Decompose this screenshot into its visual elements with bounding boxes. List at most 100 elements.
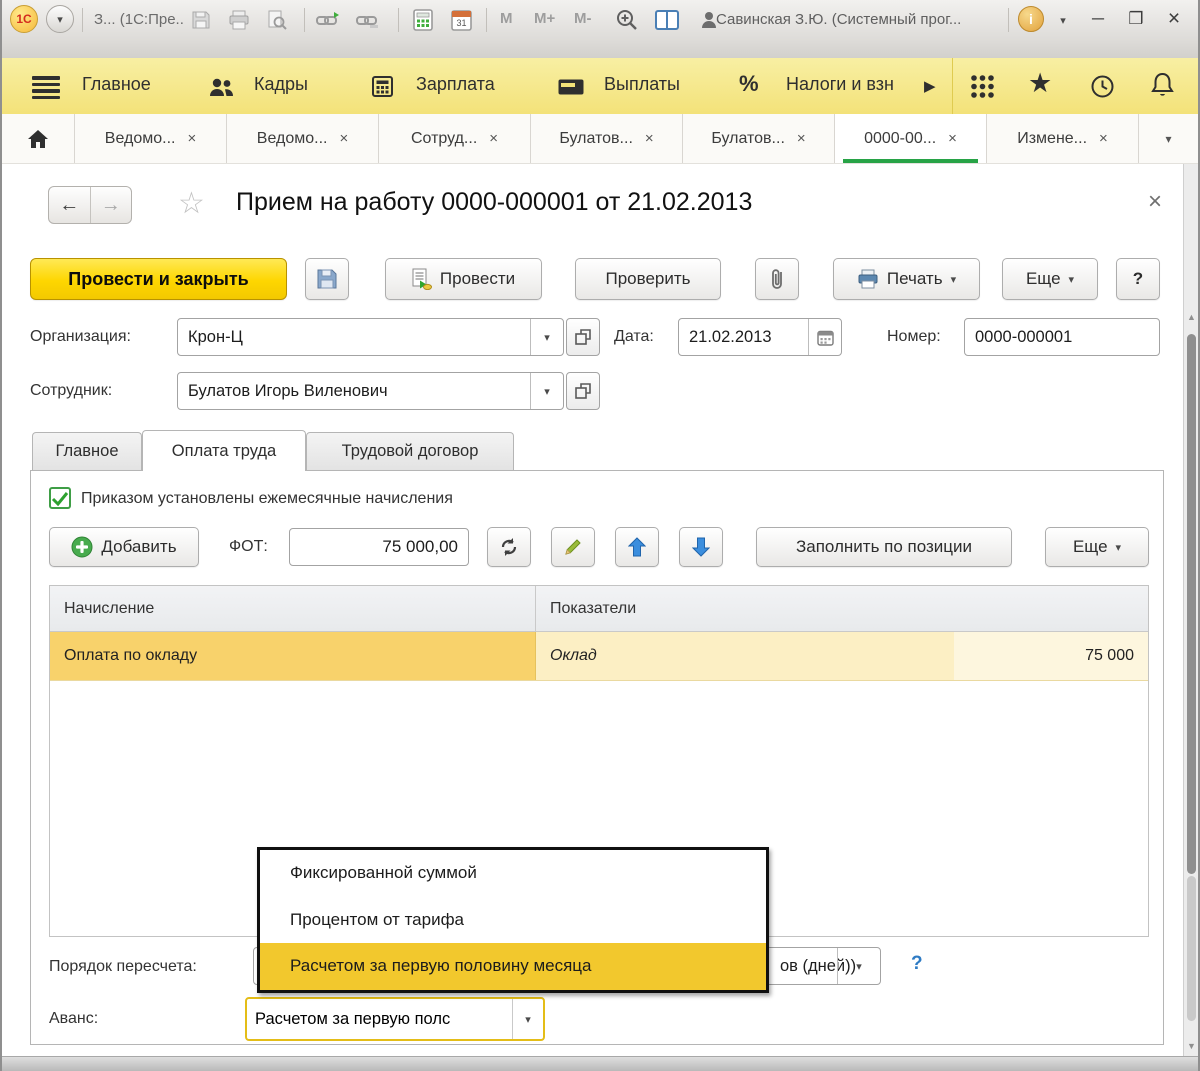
caret-down-icon[interactable]: ▾ bbox=[837, 948, 880, 984]
calendar-picker-icon[interactable] bbox=[808, 319, 841, 355]
fot-input[interactable] bbox=[290, 529, 468, 565]
number-field[interactable] bbox=[964, 318, 1160, 356]
get-link-icon[interactable] bbox=[316, 8, 342, 32]
open-organization-button[interactable] bbox=[566, 318, 600, 356]
all-functions-grid-icon[interactable] bbox=[970, 74, 995, 99]
scrollbar-thumb[interactable] bbox=[1187, 334, 1196, 874]
close-tab-icon[interactable]: × bbox=[339, 130, 348, 147]
cell-indicator[interactable]: Оклад bbox=[536, 632, 954, 680]
fot-field[interactable] bbox=[289, 528, 469, 566]
recalc-help-link[interactable]: ? bbox=[911, 953, 923, 975]
scroll-up-icon[interactable]: ▲ bbox=[1184, 312, 1198, 322]
menu-item-taxes[interactable]: Налоги и взн bbox=[786, 74, 918, 95]
close-tab-icon[interactable]: × bbox=[187, 130, 196, 147]
favorites-star-icon[interactable]: ★ bbox=[1028, 68, 1052, 99]
post-and-close-button[interactable]: Провести и закрыть bbox=[30, 258, 287, 300]
close-tab-icon[interactable]: × bbox=[948, 130, 957, 147]
menu-item-hr[interactable]: Кадры bbox=[254, 74, 308, 95]
employee-combo[interactable]: Булатов Игорь Виленович ▾ bbox=[177, 372, 564, 410]
close-window-button[interactable]: × bbox=[1160, 6, 1188, 32]
move-down-button[interactable] bbox=[679, 527, 723, 567]
home-tab[interactable] bbox=[2, 114, 75, 163]
caret-down-icon[interactable]: ▾ bbox=[530, 319, 563, 355]
close-document-icon[interactable]: × bbox=[1148, 190, 1162, 214]
dropdown-item-fixed-sum[interactable]: Фиксированной суммой bbox=[260, 850, 766, 897]
menu-item-payments[interactable]: Выплаты bbox=[604, 74, 680, 95]
tab-glavnoe[interactable]: Главное bbox=[32, 432, 142, 470]
scrollbar-track-segment[interactable] bbox=[1187, 876, 1196, 1021]
history-clock-icon[interactable] bbox=[1090, 74, 1115, 99]
menu-item-salary[interactable]: Зарплата bbox=[416, 74, 495, 95]
edit-button[interactable] bbox=[551, 527, 595, 567]
menu-item-main[interactable]: Главное bbox=[82, 74, 151, 95]
current-user[interactable]: Савинская З.Ю. (Системный прог... bbox=[716, 11, 961, 28]
cell-accrual[interactable]: Оплата по окладу bbox=[50, 632, 536, 680]
cell-value[interactable]: 75 000 bbox=[954, 632, 1148, 680]
tab-vedomost-2[interactable]: Ведомо... × bbox=[227, 114, 379, 163]
system-menu-button[interactable]: ▾ bbox=[46, 5, 74, 33]
save-icon[interactable] bbox=[188, 8, 214, 32]
tab-bulatov-1[interactable]: Булатов... × bbox=[531, 114, 683, 163]
check-button[interactable]: Проверить bbox=[575, 258, 721, 300]
caret-down-icon[interactable]: ▾ bbox=[512, 999, 543, 1039]
save-button[interactable] bbox=[305, 258, 349, 300]
organization-combo[interactable]: Крон-Ц ▾ bbox=[177, 318, 564, 356]
hamburger-menu-icon[interactable] bbox=[32, 76, 60, 102]
zoom-in-icon[interactable] bbox=[614, 8, 640, 32]
caret-down-icon[interactable]: ▾ bbox=[1050, 8, 1076, 32]
split-window-icon[interactable] bbox=[654, 8, 680, 32]
add-button[interactable]: Добавить bbox=[49, 527, 199, 567]
vertical-scrollbar[interactable]: ▲ ▼ bbox=[1183, 164, 1198, 1057]
close-tab-icon[interactable]: × bbox=[797, 130, 806, 147]
tab-document-active[interactable]: 0000-00... × bbox=[835, 114, 987, 163]
favorite-star-icon[interactable]: ☆ bbox=[178, 186, 205, 221]
tab-vedomost-1[interactable]: Ведомо... × bbox=[75, 114, 227, 163]
column-header-accrual[interactable]: Начисление bbox=[50, 586, 536, 631]
advance-combo[interactable]: Расчетом за первую полс ▾ bbox=[245, 997, 545, 1041]
preview-icon[interactable] bbox=[264, 8, 290, 32]
dropdown-item-percent-of-tariff[interactable]: Процентом от тарифа bbox=[260, 897, 766, 944]
tab-izmenenie[interactable]: Измене... × bbox=[987, 114, 1139, 163]
tab-bulatov-2[interactable]: Булатов... × bbox=[683, 114, 835, 163]
back-button[interactable]: ← bbox=[49, 187, 91, 223]
scroll-down-icon[interactable]: ▼ bbox=[1184, 1041, 1198, 1051]
monthly-accruals-checkbox[interactable] bbox=[49, 487, 71, 509]
move-up-button[interactable] bbox=[615, 527, 659, 567]
memory-mplus-button[interactable]: M+ bbox=[534, 10, 555, 27]
notifications-bell-icon[interactable] bbox=[1150, 72, 1175, 99]
calendar-icon[interactable]: 31 bbox=[448, 8, 474, 32]
table-row[interactable]: Оплата по окладу Оклад 75 000 bbox=[50, 632, 1148, 681]
post-button[interactable]: Провести bbox=[385, 258, 542, 300]
dropdown-item-first-half-month[interactable]: Расчетом за первую половину месяца bbox=[260, 943, 766, 990]
forward-button[interactable]: → bbox=[91, 187, 132, 223]
memory-mminus-button[interactable]: M- bbox=[574, 10, 592, 27]
open-employee-button[interactable] bbox=[566, 372, 600, 410]
recalculate-button[interactable] bbox=[487, 527, 531, 567]
column-header-indicators[interactable]: Показатели bbox=[536, 586, 1148, 631]
calculator-icon[interactable] bbox=[410, 8, 436, 32]
fill-by-position-button[interactable]: Заполнить по позиции bbox=[756, 527, 1012, 567]
go-link-icon[interactable] bbox=[356, 8, 382, 32]
table-more-button[interactable]: Еще ▾ bbox=[1045, 527, 1149, 567]
tab-oplata-truda[interactable]: Оплата труда bbox=[142, 430, 306, 471]
more-button[interactable]: Еще ▾ bbox=[1002, 258, 1098, 300]
close-tab-icon[interactable]: × bbox=[645, 130, 654, 147]
attachments-button[interactable] bbox=[755, 258, 799, 300]
memory-m-button[interactable]: M bbox=[500, 10, 513, 27]
minimize-button[interactable]: ─ bbox=[1084, 6, 1112, 32]
print-icon[interactable] bbox=[226, 8, 252, 32]
tab-list-dropdown[interactable]: ▾ bbox=[1139, 114, 1198, 163]
caret-down-icon[interactable]: ▾ bbox=[530, 373, 563, 409]
date-field[interactable]: 21.02.2013 bbox=[678, 318, 842, 356]
help-button[interactable]: ? bbox=[1116, 258, 1160, 300]
maximize-button[interactable]: ❒ bbox=[1122, 6, 1150, 32]
close-tab-icon[interactable]: × bbox=[489, 130, 498, 147]
menu-overflow-arrow-icon[interactable]: ▶ bbox=[924, 77, 936, 95]
print-button[interactable]: Печать ▾ bbox=[833, 258, 980, 300]
tab-trudovoy-dogovor[interactable]: Трудовой договор bbox=[306, 432, 514, 470]
checkbox-label[interactable]: Приказом установлены ежемесячные начисле… bbox=[81, 490, 453, 508]
tab-sotrudniki[interactable]: Сотруд... × bbox=[379, 114, 531, 163]
close-tab-icon[interactable]: × bbox=[1099, 130, 1108, 147]
number-input[interactable] bbox=[965, 319, 1159, 355]
info-icon[interactable]: i bbox=[1018, 6, 1044, 32]
